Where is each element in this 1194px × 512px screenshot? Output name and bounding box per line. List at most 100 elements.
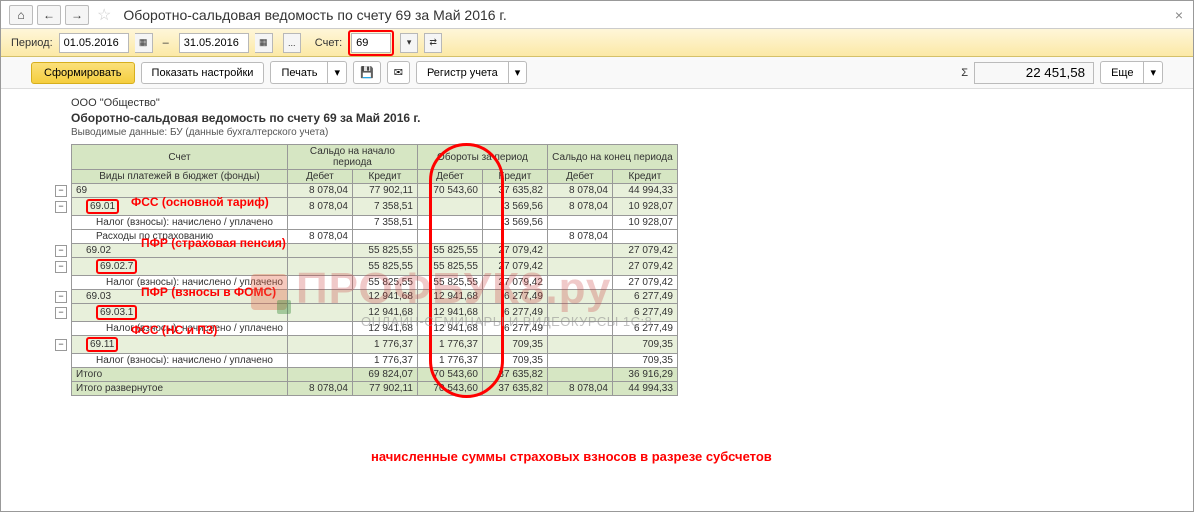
app-window: ⌂ ← → ☆ Оборотно-сальдовая ведомость по … bbox=[0, 0, 1194, 512]
sigma-label: Σ bbox=[961, 67, 968, 79]
num-cell: 1 776,37 bbox=[417, 336, 482, 354]
account-link-button[interactable]: ⇄ bbox=[424, 33, 442, 53]
sum-box: Σ Еще ▾ bbox=[961, 61, 1163, 84]
num-cell: 55 825,55 bbox=[417, 276, 482, 290]
table-row[interactable]: −69.03.112 941,6812 941,686 277,496 277,… bbox=[51, 304, 677, 322]
num-cell bbox=[547, 216, 612, 230]
num-cell: 55 825,55 bbox=[352, 276, 417, 290]
th-payments: Виды платежей в бюджет (фонды) bbox=[72, 170, 288, 184]
num-cell: 8 078,04 bbox=[287, 198, 352, 216]
calendar-to-icon[interactable]: ▦ bbox=[255, 33, 273, 53]
th-debit-2: Дебет bbox=[417, 170, 482, 184]
table-row[interactable]: Налог (взносы): начислено / уплачено1 77… bbox=[51, 354, 677, 368]
home-button[interactable]: ⌂ bbox=[9, 5, 33, 25]
num-cell bbox=[482, 230, 547, 244]
period-ellipsis-button[interactable]: ... bbox=[283, 33, 301, 53]
account-cell: Налог (взносы): начислено / уплачено bbox=[72, 216, 288, 230]
favorite-icon[interactable]: ☆ bbox=[93, 5, 115, 25]
table-row[interactable]: −69.111 776,371 776,37709,35709,35 bbox=[51, 336, 677, 354]
more-dropdown[interactable]: ▾ bbox=[1143, 61, 1163, 84]
th-account: Счет bbox=[72, 145, 288, 170]
num-cell bbox=[417, 198, 482, 216]
table-row[interactable]: Итого69 824,0770 543,6037 635,8236 916,2… bbox=[51, 368, 677, 382]
sum-display bbox=[974, 62, 1094, 84]
tree-toggle[interactable]: − bbox=[55, 185, 67, 197]
back-button[interactable]: ← bbox=[37, 5, 61, 25]
num-cell: 77 902,11 bbox=[352, 184, 417, 198]
table-row[interactable]: −69.0312 941,6812 941,686 277,496 277,49 bbox=[51, 290, 677, 304]
num-cell bbox=[547, 336, 612, 354]
th-credit-3: Кредит bbox=[612, 170, 677, 184]
table-row[interactable]: −69.02.755 825,5555 825,5527 079,4227 07… bbox=[51, 258, 677, 276]
dash: – bbox=[159, 37, 173, 49]
tree-toggle[interactable]: − bbox=[55, 245, 67, 257]
num-cell: 8 078,04 bbox=[287, 230, 352, 244]
num-cell bbox=[287, 216, 352, 230]
num-cell bbox=[417, 216, 482, 230]
forward-button[interactable]: → bbox=[65, 5, 89, 25]
num-cell: 709,35 bbox=[612, 336, 677, 354]
num-cell bbox=[547, 258, 612, 276]
num-cell: 10 928,07 bbox=[612, 216, 677, 230]
num-cell: 55 825,55 bbox=[417, 258, 482, 276]
num-cell: 12 941,68 bbox=[417, 290, 482, 304]
tree-toggle[interactable]: − bbox=[55, 201, 67, 213]
num-cell: 8 078,04 bbox=[547, 230, 612, 244]
table-row[interactable]: −69.0255 825,5555 825,5527 079,4227 079,… bbox=[51, 244, 677, 258]
table-row[interactable]: Налог (взносы): начислено / уплачено55 8… bbox=[51, 276, 677, 290]
num-cell: 709,35 bbox=[612, 354, 677, 368]
num-cell: 1 776,37 bbox=[417, 354, 482, 368]
table-row[interactable]: −69.018 078,047 358,513 569,568 078,0410… bbox=[51, 198, 677, 216]
num-cell: 27 079,42 bbox=[612, 244, 677, 258]
num-cell: 12 941,68 bbox=[417, 304, 482, 322]
num-cell: 6 277,49 bbox=[612, 304, 677, 322]
save-icon-button[interactable]: 💾 bbox=[353, 61, 381, 84]
more-button[interactable]: Еще bbox=[1100, 61, 1143, 84]
table-row[interactable]: Налог (взносы): начислено / уплачено 7 35… bbox=[51, 216, 677, 230]
th-debit-3: Дебет bbox=[547, 170, 612, 184]
num-cell: 27 079,42 bbox=[612, 258, 677, 276]
account-highlight bbox=[348, 30, 394, 56]
num-cell: 44 994,33 bbox=[612, 382, 677, 396]
account-cell: Итого bbox=[72, 368, 288, 382]
tree-toggle[interactable]: − bbox=[55, 261, 67, 273]
form-button[interactable]: Сформировать bbox=[31, 62, 135, 84]
tree-toggle[interactable]: − bbox=[55, 291, 67, 303]
account-input[interactable] bbox=[351, 33, 391, 53]
account-cell: Налог (взносы): начислено / уплачено bbox=[72, 322, 288, 336]
close-button[interactable]: × bbox=[1175, 7, 1183, 23]
print-dropdown[interactable]: ▾ bbox=[327, 61, 347, 84]
num-cell: 6 277,49 bbox=[612, 290, 677, 304]
print-button[interactable]: Печать bbox=[270, 61, 327, 84]
tree-toggle[interactable]: − bbox=[55, 307, 67, 319]
calendar-from-icon[interactable]: ▦ bbox=[135, 33, 153, 53]
th-turnover: Обороты за период bbox=[417, 145, 547, 170]
table-row[interactable]: −698 078,0477 902,1170 543,6037 635,828 … bbox=[51, 184, 677, 198]
account-label: Счет: bbox=[315, 37, 342, 49]
date-from-input[interactable] bbox=[59, 33, 129, 53]
account-cell: 69.11 bbox=[72, 336, 288, 354]
num-cell: 7 358,51 bbox=[352, 216, 417, 230]
date-to-input[interactable] bbox=[179, 33, 249, 53]
account-dropdown-button[interactable]: ▾ bbox=[400, 33, 418, 53]
table-row[interactable]: Налог (взносы): начислено / уплачено 12 9… bbox=[51, 322, 677, 336]
show-settings-button[interactable]: Показать настройки bbox=[141, 62, 265, 84]
tree-toggle[interactable]: − bbox=[55, 339, 67, 351]
num-cell bbox=[547, 276, 612, 290]
num-cell bbox=[547, 322, 612, 336]
num-cell: 12 941,68 bbox=[352, 322, 417, 336]
register-dropdown[interactable]: ▾ bbox=[508, 61, 528, 84]
register-button-group: Регистр учета ▾ bbox=[416, 61, 527, 84]
num-cell bbox=[352, 230, 417, 244]
table-row[interactable]: Расходы по страхованию8 078,048 078,04 bbox=[51, 230, 677, 244]
th-debit-1: Дебет bbox=[287, 170, 352, 184]
num-cell: 37 635,82 bbox=[482, 184, 547, 198]
num-cell: 44 994,33 bbox=[612, 184, 677, 198]
mail-icon-button[interactable]: ✉ bbox=[387, 61, 410, 84]
register-button[interactable]: Регистр учета bbox=[416, 61, 508, 84]
print-button-group: Печать ▾ bbox=[270, 61, 347, 84]
account-cell: 69 bbox=[72, 184, 288, 198]
account-cell: 69.02.7 bbox=[72, 258, 288, 276]
num-cell: 6 277,49 bbox=[482, 322, 547, 336]
table-row[interactable]: Итого развернутое8 078,0477 902,1170 543… bbox=[51, 382, 677, 396]
